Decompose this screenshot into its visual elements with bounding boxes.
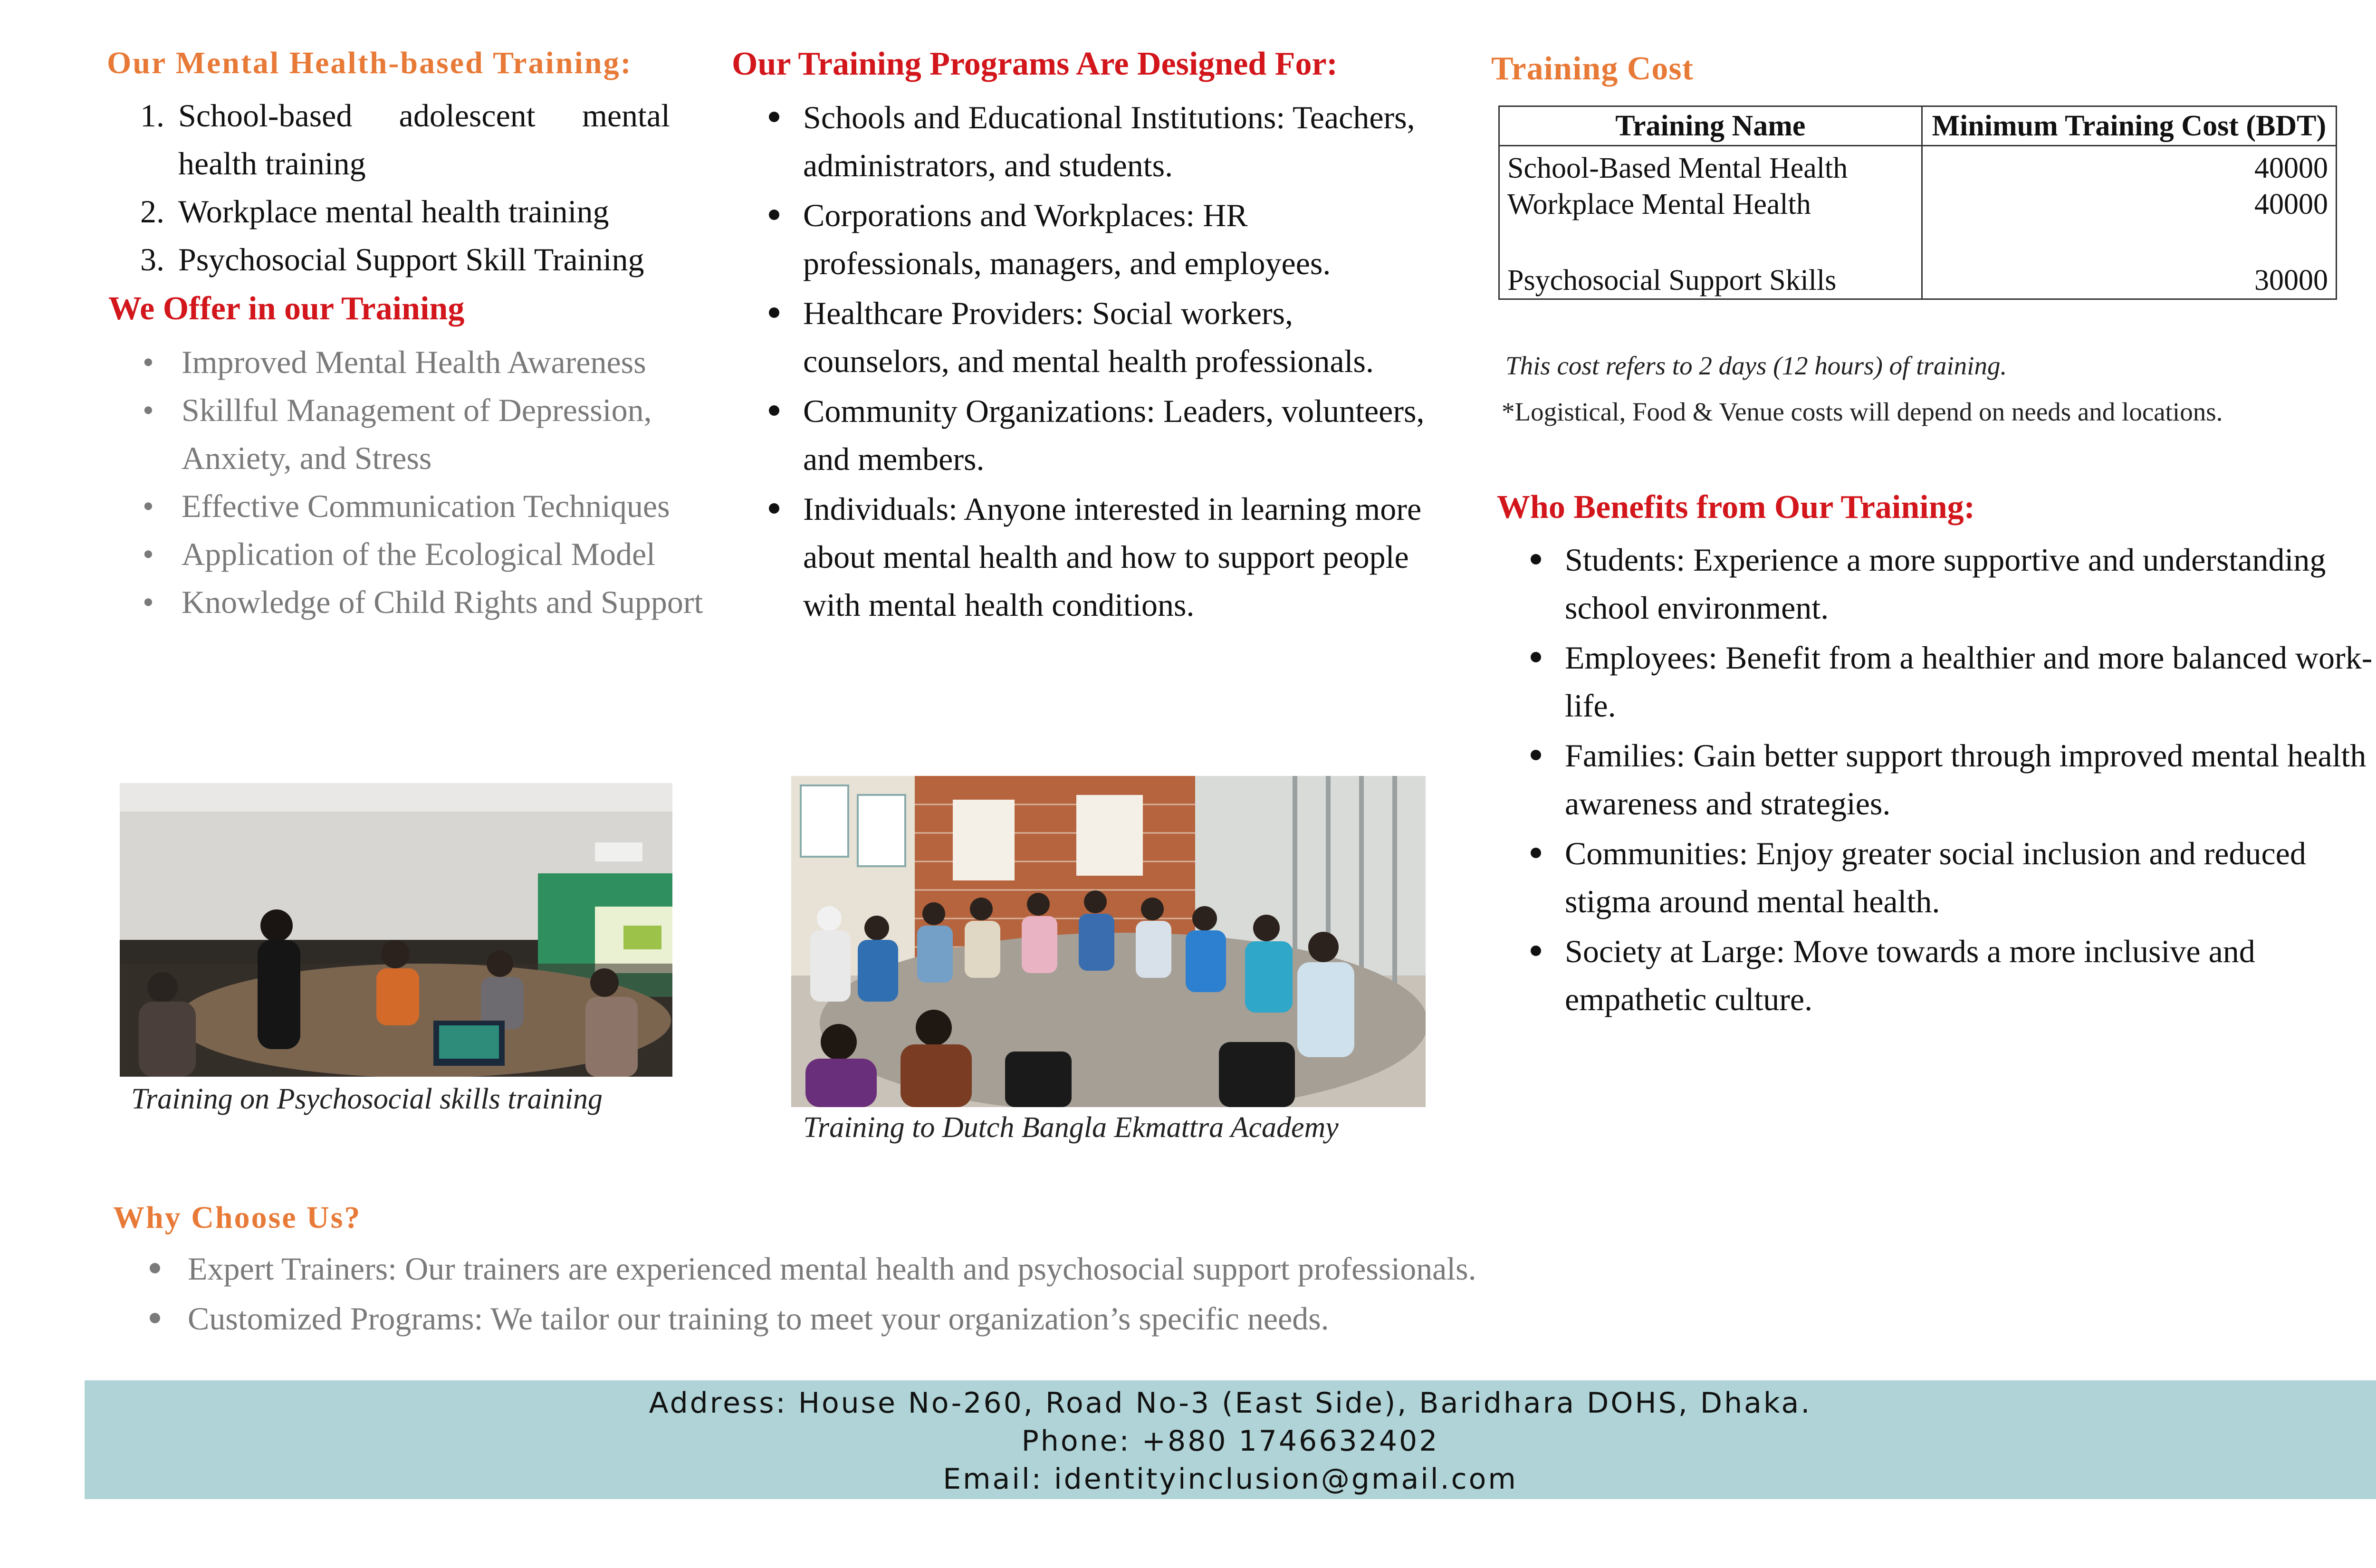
why-choose-list: Expert Trainers: Our trainers are experi… (116, 1245, 2350, 1345)
footer-address: Address: House No-260, Road No-3 (East S… (649, 1386, 1812, 1420)
table-row (1498, 222, 2338, 262)
list-item: Healthcare Providers: Social workers, co… (732, 289, 1430, 385)
list-item: • Improved Mental Health Awareness (143, 344, 646, 380)
why-choose-us-heading: Why Choose Us? (113, 1200, 362, 1235)
list-item: 2. Workplace mental health training (140, 193, 609, 229)
table-cell-cost: 30000 (1921, 262, 2338, 300)
photo-caption-2: Training to Dutch Bangla Ekmattra Academ… (803, 1111, 1339, 1144)
table-cell-name: School-Based Mental Health (1498, 145, 1923, 186)
footer-phone: Phone: +880 1746632402 (1021, 1425, 1439, 1458)
table-cell-name: Psychosocial Support Skills (1498, 262, 1923, 300)
who-benefits-heading: Who Benefits from Our Training: (1497, 489, 1975, 526)
we-offer-heading: We Offer in our Training (108, 290, 465, 327)
table-cell-cost: 40000 (1921, 186, 2338, 222)
training-photo-psychosocial (120, 783, 672, 1077)
offers-list: • Improved Mental Health Awareness • Skill… (109, 338, 722, 626)
table-row: Psychosocial Support Skills 30000 (1498, 262, 2338, 300)
mental-health-training-heading: Our Mental Health-based Training: (107, 46, 632, 80)
list-item: • Application of the Ecological Model (143, 536, 656, 572)
list-item: Customized Programs: We tailor our train… (116, 1295, 2350, 1343)
cost-duration-note: This cost refers to 2 days (12 hours) of… (1505, 351, 2007, 380)
list-item: Expert Trainers: Our trainers are experi… (116, 1245, 2350, 1293)
table-header-training-name: Training Name (1498, 105, 1923, 146)
list-item: Communities: Enjoy greater social inclus… (1494, 830, 2376, 926)
table-row: Workplace Mental Health 40000 (1498, 186, 2338, 222)
list-item: • Knowledge of Child Rights and Support (143, 584, 703, 620)
list-item: Society at Large: Move towards a more in… (1494, 927, 2376, 1023)
list-item: • Effective Communication Techniques (143, 488, 670, 524)
programs-designed-heading: Our Training Programs Are Designed For: (732, 46, 1338, 82)
training-photo-dutch-bangla (791, 776, 1426, 1107)
table-cell-name: Workplace Mental Health (1498, 186, 1923, 222)
cost-logistics-note: *Logistical, Food & Venue costs will dep… (1502, 397, 2223, 426)
footer-email: Email: identityinclusion@gmail.com (943, 1463, 1518, 1496)
table-row: School-Based Mental Health 40000 (1498, 145, 2338, 186)
list-item: Employees: Benefit from a healthier and … (1494, 634, 2376, 730)
list-item: Individuals: Anyone interested in learni… (732, 485, 1430, 629)
list-item: Families: Gain better support through im… (1494, 732, 2376, 828)
training-cost-table: Training Name Minimum Training Cost (BDT… (1498, 105, 2338, 300)
list-item: • Skillful Management of Depression, Anxi… (143, 392, 652, 476)
list-item: Community Organizations: Leaders, volunt… (732, 387, 1430, 483)
list-item: 3. Psychosocial Support Skill Training (140, 241, 644, 277)
photo-caption-1: Training on Psychosocial skills training (131, 1083, 603, 1115)
training-cost-heading: Training Cost (1491, 50, 1694, 87)
list-item: Corporations and Workplaces: HR professi… (732, 191, 1430, 287)
list-item: 1. School-based adolescent mental health … (140, 97, 670, 182)
table-header-minimum-cost: Minimum Training Cost (BDT) (1921, 105, 2338, 146)
list-item: Students: Experience a more supportive a… (1494, 536, 2376, 632)
benefits-list: Students: Experience a more supportive a… (1494, 536, 2376, 1025)
designed-for-list: Schools and Educational Institutions: Te… (732, 94, 1430, 631)
contact-footer: Address: House No-260, Road No-3 (East S… (85, 1380, 2376, 1499)
training-types-list: 1. School-based adolescent mental health … (107, 92, 670, 284)
list-item: Schools and Educational Institutions: Te… (732, 94, 1430, 190)
table-cell-cost: 40000 (1921, 145, 2338, 186)
